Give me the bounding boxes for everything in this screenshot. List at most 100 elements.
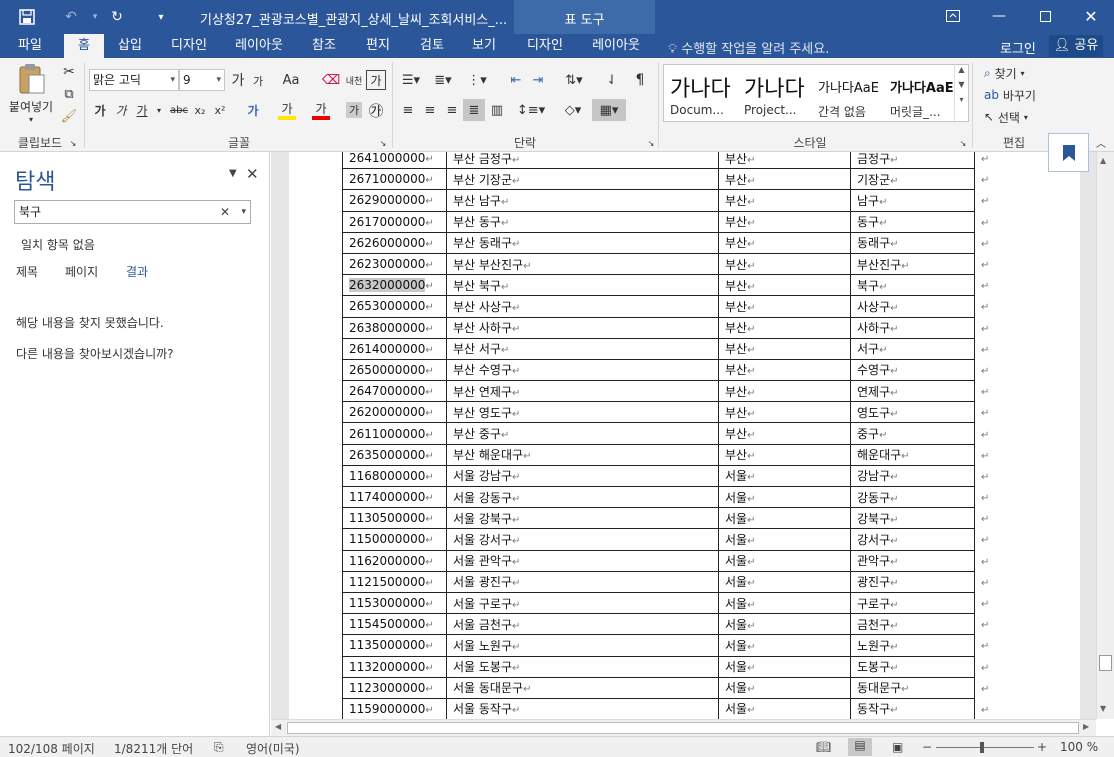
table-cell[interactable]: 중구↵: [850, 422, 975, 445]
table-cell[interactable]: 관악구↵: [850, 549, 975, 572]
zoom-level[interactable]: 100 %: [1060, 740, 1098, 754]
chevron-down-icon[interactable]: ▼: [955, 80, 968, 89]
table-row[interactable]: 1123000000↵ 서울 동대문구↵ 서울↵ 동대문구↵ ↵: [342, 676, 990, 699]
paragraph-launcher-icon[interactable]: ↘: [646, 138, 656, 148]
table-cell[interactable]: 부산 중구↵: [446, 422, 719, 445]
table-cell[interactable]: 2647000000↵: [342, 380, 447, 403]
table-cell[interactable]: 1154500000↵: [342, 613, 447, 636]
table-cell[interactable]: 북구↵: [850, 274, 975, 297]
table-cell[interactable]: 부산 연제구↵: [446, 380, 719, 403]
document-page[interactable]: 2641000000↵ 부산 금정구↵ 부산↵ 금정구↵ ↵ 2671000000↵ 부산 …: [289, 152, 1080, 719]
table-cell[interactable]: 2626000000↵: [342, 231, 447, 254]
table-row[interactable]: 1162000000↵ 서울 관악구↵ 서울↵ 관악구↵ ↵: [342, 549, 990, 572]
table-cell[interactable]: 서울↵: [718, 507, 851, 530]
table-cell[interactable]: 연제구↵: [850, 380, 975, 403]
table-row[interactable]: 2614000000↵ 부산 서구↵ 부산↵ 서구↵ ↵: [342, 337, 990, 360]
undo-icon[interactable]: ↶: [60, 6, 82, 28]
table-cell[interactable]: 동래구↵: [850, 231, 975, 254]
zoom-out-icon[interactable]: −: [922, 740, 932, 754]
table-cell[interactable]: 해운대구↵: [850, 443, 975, 466]
table-cell[interactable]: 부산 사하구↵: [446, 316, 719, 339]
tab-review[interactable]: 검토: [412, 34, 452, 58]
proofing-icon[interactable]: ⎘: [214, 740, 224, 755]
table-cell[interactable]: 1135000000↵: [342, 634, 447, 657]
table-row[interactable]: 2620000000↵ 부산 영도구↵ 부산↵ 영도구↵ ↵: [342, 401, 990, 424]
web-layout-icon[interactable]: ▣: [892, 740, 903, 754]
table-cell[interactable]: 도봉구↵: [850, 655, 975, 678]
subscript-icon[interactable]: x₂: [192, 100, 208, 120]
tab-file[interactable]: 파일: [8, 34, 52, 58]
chevron-down-icon[interactable]: ▾: [216, 70, 221, 90]
table-cell[interactable]: 1168000000↵: [342, 464, 447, 488]
change-case-icon[interactable]: Aa: [280, 70, 302, 90]
table-row[interactable]: 2626000000↵ 부산 동래구↵ 부산↵ 동래구↵ ↵: [342, 231, 990, 254]
table-cell[interactable]: 사상구↵: [850, 295, 975, 318]
table-cell[interactable]: 2638000000↵: [342, 316, 447, 339]
increase-indent-icon[interactable]: ⇥: [528, 70, 548, 90]
read-mode-icon[interactable]: 📖︎: [816, 740, 831, 754]
table-cell[interactable]: 서울↵: [718, 549, 851, 572]
superscript-icon[interactable]: x²: [212, 100, 228, 120]
style-no-spacing[interactable]: 가나다AaE 간격 없음: [812, 65, 884, 121]
clear-search-icon[interactable]: ✕: [220, 201, 230, 223]
justify-icon[interactable]: ≣: [463, 99, 485, 121]
format-painter-icon[interactable]: 🖌︎: [60, 108, 78, 124]
underline-icon[interactable]: 가: [134, 100, 150, 120]
font-launcher-icon[interactable]: ↘: [378, 138, 388, 148]
table-cell[interactable]: 2635000000↵: [342, 443, 447, 466]
table-row[interactable]: 2641000000↵ 부산 금정구↵ 부산↵ 금정구↵ ↵: [342, 152, 990, 170]
zoom-slider-track[interactable]: [936, 747, 1034, 748]
table-row[interactable]: 1135000000↵ 서울 노원구↵ 서울↵ 노원구↵ ↵: [342, 634, 990, 657]
table-cell[interactable]: 부산↵: [718, 152, 851, 170]
paste-button[interactable]: 붙여넣기: [4, 98, 58, 114]
tab-design[interactable]: 디자인: [164, 34, 214, 58]
table-cell[interactable]: 영도구↵: [850, 401, 975, 424]
table-cell[interactable]: 2653000000↵: [342, 295, 447, 318]
table-cell[interactable]: 부산↵: [718, 252, 851, 276]
chevron-up-icon[interactable]: ▲: [955, 65, 968, 74]
table-cell[interactable]: 서울↵: [718, 655, 851, 678]
nav-tab-pages[interactable]: 페이지: [65, 263, 98, 280]
table-row[interactable]: 1159000000↵ 서울 동작구↵ 서울↵ 동작구↵ ↵: [342, 697, 990, 719]
bullets-icon[interactable]: ☰▾: [398, 70, 424, 90]
table-cell[interactable]: 1162000000↵: [342, 549, 447, 572]
table-cell[interactable]: 2617000000↵: [342, 210, 447, 233]
scroll-right-icon[interactable]: ▶: [1083, 722, 1089, 731]
table-cell[interactable]: 강북구↵: [850, 507, 975, 530]
table-cell[interactable]: 서울 강남구↵: [446, 464, 719, 488]
table-cell[interactable]: 서울 광진구↵: [446, 570, 719, 593]
scroll-down-icon[interactable]: ▼: [1100, 704, 1106, 713]
table-cell[interactable]: 부산↵: [718, 231, 851, 254]
table-cell[interactable]: 기장군↵: [850, 168, 975, 191]
tab-view[interactable]: 보기: [464, 34, 504, 58]
tab-table-layout[interactable]: 레이아웃: [584, 34, 648, 58]
table-cell[interactable]: 2641000000↵: [342, 152, 447, 170]
word-count[interactable]: 1/8211개 단어: [114, 740, 193, 757]
table-cell[interactable]: 부산 수영구↵: [446, 358, 719, 382]
bookmark-button[interactable]: [1048, 133, 1089, 172]
table-cell[interactable]: 서울↵: [718, 591, 851, 615]
styles-launcher-icon[interactable]: ↘: [958, 138, 968, 148]
replace-button[interactable]: ab 바꾸기: [984, 86, 1048, 104]
font-size-combo[interactable]: 9 ▾: [179, 69, 225, 91]
table-row[interactable]: 2671000000↵ 부산 기장군↵ 부산↵ 기장군↵ ↵: [342, 168, 990, 191]
paste-dropdown-icon[interactable]: ▾: [24, 114, 38, 124]
save-icon[interactable]: [16, 6, 38, 28]
table-cell[interactable]: 2632000000↵: [342, 274, 447, 297]
table-cell[interactable]: 서울 동작구↵: [446, 697, 719, 719]
hscroll-thumb[interactable]: [287, 722, 1079, 734]
table-cell[interactable]: 서울↵: [718, 634, 851, 657]
table-cell[interactable]: 1123000000↵: [342, 676, 447, 699]
table-cell[interactable]: 사하구↵: [850, 316, 975, 339]
show-marks-icon[interactable]: ¶: [630, 70, 650, 90]
line-spacing-icon[interactable]: ↕≡▾: [516, 100, 546, 120]
table-cell[interactable]: 부산 사상구↵: [446, 295, 719, 318]
table-row[interactable]: 2623000000↵ 부산 부산진구↵ 부산↵ 부산진구↵ ↵: [342, 252, 990, 276]
table-row[interactable]: 1168000000↵ 서울 강남구↵ 서울↵ 강남구↵ ↵: [342, 464, 990, 488]
table-cell[interactable]: 강남구↵: [850, 464, 975, 488]
table-cell[interactable]: 동구↵: [850, 210, 975, 233]
table-cell[interactable]: 서울 강북구↵: [446, 507, 719, 530]
table-cell[interactable]: 금정구↵: [850, 152, 975, 170]
nav-tab-headings[interactable]: 제목: [16, 263, 38, 280]
table-cell[interactable]: 부산 영도구↵: [446, 401, 719, 424]
